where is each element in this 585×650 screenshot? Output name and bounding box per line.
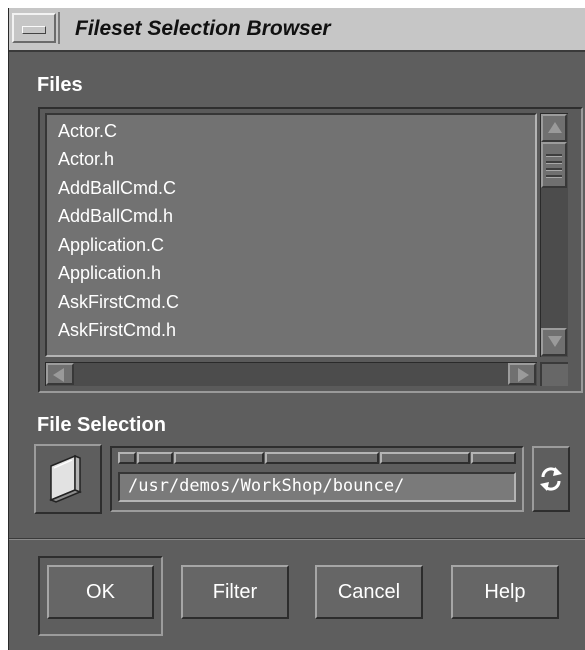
path-segment-button[interactable] [380,452,470,464]
scroll-left-button[interactable] [46,363,74,385]
grip-line [546,161,562,164]
files-label: Files [37,74,83,96]
file-selection-label: File Selection [37,414,166,436]
list-item[interactable]: AskFirstCmd.h [58,317,176,343]
fileset-browser-window: Fileset Selection Browser Files Actor.C … [8,8,585,650]
folder-icon [49,454,82,503]
folder-button[interactable] [34,444,102,514]
grip-line [546,154,562,157]
files-list[interactable]: Actor.C Actor.h AddBallCmd.C AddBallCmd.… [45,113,537,357]
list-item[interactable]: Application.h [58,260,161,286]
path-segment-button[interactable] [137,452,173,464]
cancel-button[interactable]: Cancel [315,565,423,619]
window-menu-icon [22,26,46,34]
help-button[interactable]: Help [451,565,559,619]
refresh-icon [540,467,562,491]
list-item[interactable]: Actor.h [58,146,114,172]
files-vertical-scrollbar[interactable] [540,113,568,357]
grip-line [546,175,562,178]
scroll-down-button[interactable] [541,328,567,356]
path-value: /usr/demos/WorkShop/bounce/ [128,476,405,496]
arrow-down-icon [548,336,562,347]
title-bar[interactable]: Fileset Selection Browser [9,8,585,52]
path-field-group: /usr/demos/WorkShop/bounce/ [110,446,524,512]
path-segment-button[interactable] [118,452,136,464]
path-segment-button[interactable] [174,452,264,464]
refresh-button[interactable] [532,446,570,512]
title-separator [58,12,60,44]
scroll-right-button[interactable] [508,363,536,385]
list-item[interactable]: Actor.C [58,118,117,144]
grip-line [546,168,562,171]
list-item[interactable]: Application.C [58,232,164,258]
arrow-right-icon [518,368,529,382]
window-menu-button[interactable] [12,13,56,43]
filter-button[interactable]: Filter [181,565,289,619]
scroll-corner [540,362,568,386]
button-area-divider [9,538,585,540]
window-title: Fileset Selection Browser [75,17,331,40]
path-segment-button[interactable] [471,452,516,464]
list-item[interactable]: AskFirstCmd.C [58,289,179,315]
path-input[interactable]: /usr/demos/WorkShop/bounce/ [118,472,516,502]
path-segment-button[interactable] [265,452,379,464]
ok-button[interactable]: OK [47,565,154,619]
list-item[interactable]: AddBallCmd.h [58,203,173,229]
arrow-up-icon [548,122,562,133]
scroll-up-button[interactable] [541,114,567,142]
vertical-scroll-thumb[interactable] [541,142,567,188]
files-list-panel: Actor.C Actor.h AddBallCmd.C AddBallCmd.… [38,107,583,393]
list-item[interactable]: AddBallCmd.C [58,175,176,201]
files-horizontal-scrollbar[interactable] [45,362,537,386]
arrow-left-icon [53,368,64,382]
